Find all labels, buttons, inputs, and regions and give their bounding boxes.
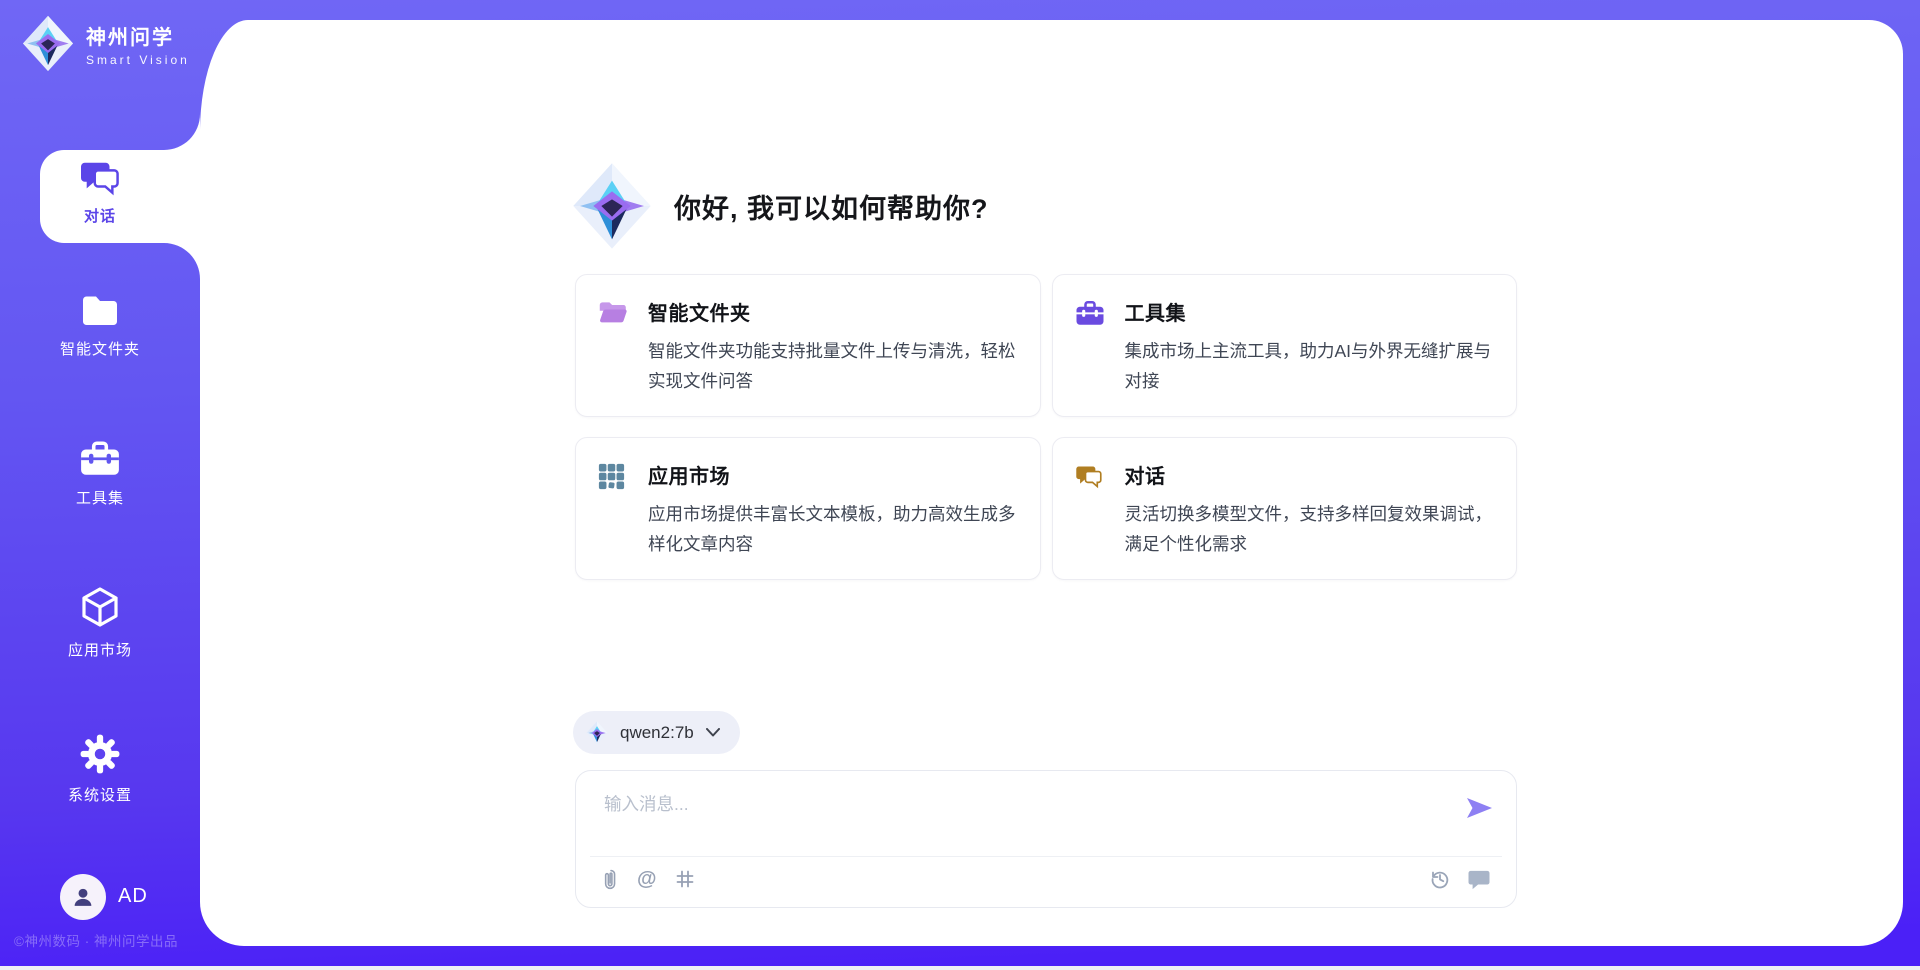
card-description: 智能文件夹功能支持批量文件上传与清洗，轻松实现文件问答 bbox=[648, 336, 1016, 396]
sidebar-item-label: 对话 bbox=[0, 205, 200, 226]
avatar bbox=[60, 874, 106, 920]
greeting-block: 你好, 我可以如何帮助你? bbox=[572, 162, 989, 250]
chat-icon bbox=[1075, 463, 1103, 489]
sidebar-item-settings[interactable]: 系统设置 bbox=[0, 733, 200, 805]
active-tab-curve-top bbox=[164, 114, 200, 150]
card-description: 灵活切换多模型文件，支持多样回复效果调试，满足个性化需求 bbox=[1125, 499, 1493, 559]
grid-icon bbox=[598, 463, 625, 490]
sidebar-item-app-market[interactable]: 应用市场 bbox=[0, 586, 200, 660]
sidebar-item-label: 智能文件夹 bbox=[0, 338, 200, 359]
brand-subtitle: Smart Vision bbox=[86, 53, 190, 67]
feature-cards: 智能文件夹 智能文件夹功能支持批量文件上传与清洗，轻松实现文件问答 工具集 集成… bbox=[575, 274, 1517, 580]
composer-divider bbox=[590, 856, 1502, 857]
card-chat[interactable]: 对话 灵活切换多模型文件，支持多样回复效果调试，满足个性化需求 bbox=[1052, 437, 1518, 580]
brand-name: 神州问学 bbox=[86, 21, 190, 50]
greeting-title: 你好, 我可以如何帮助你? bbox=[674, 187, 989, 226]
card-app-market[interactable]: 应用市场 应用市场提供丰富长文本模板，助力高效生成多样化文章内容 bbox=[575, 437, 1041, 580]
assistant-logo-icon bbox=[572, 162, 652, 250]
message-composer: @ bbox=[575, 770, 1517, 908]
active-tab-curve-bottom bbox=[164, 243, 200, 279]
card-title: 工具集 bbox=[1125, 297, 1493, 326]
card-description: 集成市场上主流工具，助力AI与外界无缝扩展与对接 bbox=[1125, 336, 1493, 396]
cube-icon bbox=[79, 586, 121, 630]
card-description: 应用市场提供丰富长文本模板，助力高效生成多样化文章内容 bbox=[648, 499, 1016, 559]
person-icon bbox=[70, 884, 96, 910]
sidebar-item-label: 工具集 bbox=[0, 487, 200, 508]
paperclip-icon[interactable] bbox=[603, 868, 619, 890]
chevron-down-icon bbox=[706, 728, 720, 737]
brand: 神州问学 Smart Vision bbox=[22, 15, 190, 72]
card-toolset[interactable]: 工具集 集成市场上主流工具，助力AI与外界无缝扩展与对接 bbox=[1052, 274, 1518, 417]
history-icon[interactable] bbox=[1429, 868, 1451, 890]
send-icon[interactable] bbox=[1464, 793, 1494, 823]
at-icon[interactable]: @ bbox=[637, 869, 657, 889]
model-selector[interactable]: qwen2:7b bbox=[573, 711, 740, 754]
sidebar-item-label: 应用市场 bbox=[0, 639, 200, 660]
main-panel: 你好, 我可以如何帮助你? 智能文件夹 智能文件夹功能支持批量文件上传与清洗，轻… bbox=[200, 20, 1903, 946]
copyright-text: ©神州数码 · 神州问学出品 bbox=[14, 930, 178, 950]
sidebar: 神州问学 Smart Vision 对话 智能文件夹 工具集 bbox=[0, 0, 200, 970]
folder-icon bbox=[79, 293, 121, 329]
sidebar-item-toolset[interactable]: 工具集 bbox=[0, 440, 200, 508]
folder-open-icon bbox=[598, 300, 628, 326]
sidebar-item-smart-folder[interactable]: 智能文件夹 bbox=[0, 293, 200, 359]
sidebar-item-label: 系统设置 bbox=[0, 784, 200, 805]
card-smart-folder[interactable]: 智能文件夹 智能文件夹功能支持批量文件上传与清洗，轻松实现文件问答 bbox=[575, 274, 1041, 417]
composer-tools-left: @ bbox=[603, 868, 695, 890]
user-profile[interactable]: AD bbox=[0, 874, 200, 922]
card-title: 应用市场 bbox=[648, 460, 1016, 489]
hash-icon[interactable] bbox=[675, 869, 695, 889]
model-logo-icon bbox=[586, 721, 608, 745]
card-title: 智能文件夹 bbox=[648, 297, 1016, 326]
gear-icon bbox=[79, 733, 121, 775]
chat-bubble-icon[interactable] bbox=[1468, 869, 1490, 890]
sidebar-item-chat[interactable]: 对话 bbox=[0, 158, 200, 226]
composer-tools-right bbox=[1429, 868, 1490, 890]
page-bottom-strip bbox=[0, 966, 1920, 970]
chat-icon bbox=[79, 158, 121, 196]
brand-logo-icon bbox=[22, 15, 74, 72]
toolbox-icon bbox=[1075, 300, 1105, 327]
toolbox-icon bbox=[79, 440, 121, 478]
model-name: qwen2:7b bbox=[620, 723, 694, 743]
card-title: 对话 bbox=[1125, 460, 1493, 489]
user-initials: AD bbox=[118, 885, 148, 908]
message-input[interactable] bbox=[576, 771, 1516, 837]
